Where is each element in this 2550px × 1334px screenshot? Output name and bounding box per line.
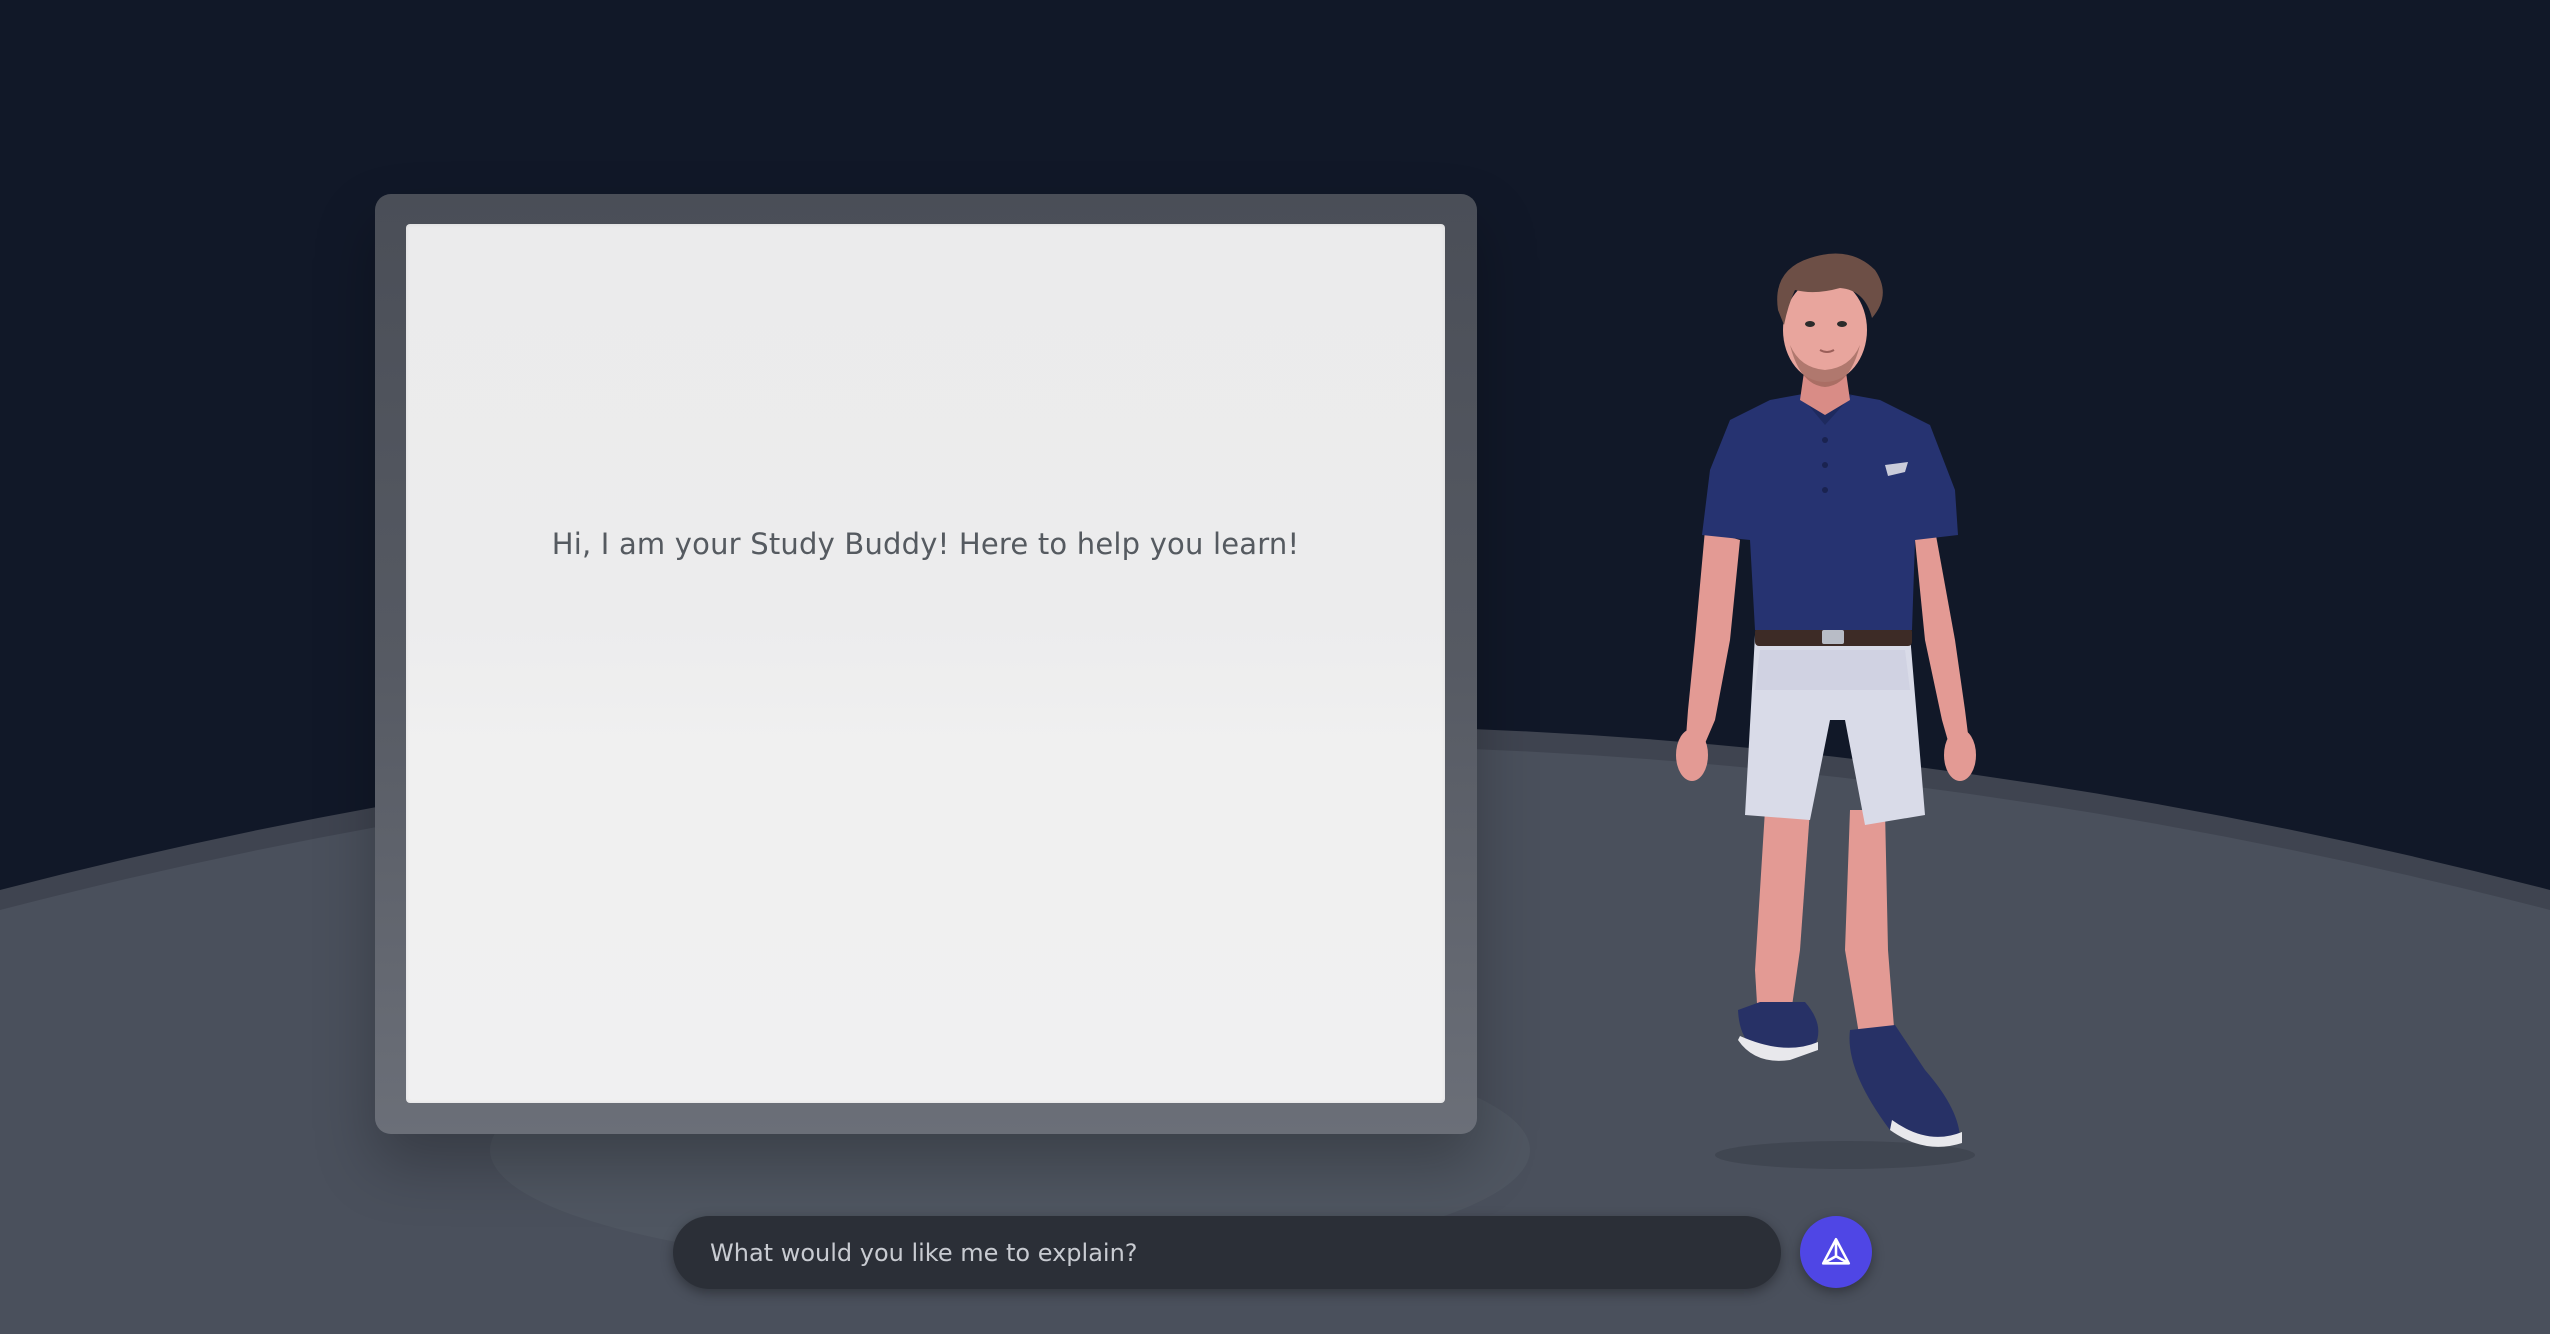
whiteboard-message: Hi, I am your Study Buddy! Here to help …: [551, 526, 1300, 561]
send-icon: [1821, 1237, 1851, 1265]
question-input[interactable]: [708, 1215, 1746, 1290]
chat-bar: [673, 1215, 1781, 1290]
whiteboard: Hi, I am your Study Buddy! Here to help …: [406, 224, 1445, 1103]
tutor-avatar: [1676, 253, 1976, 1169]
whiteboard-frame: Hi, I am your Study Buddy! Here to help …: [375, 194, 1477, 1134]
study-buddy-scene: Hi, I am your Study Buddy! Here to help …: [0, 0, 2550, 1334]
send-button[interactable]: [1800, 1216, 1872, 1288]
